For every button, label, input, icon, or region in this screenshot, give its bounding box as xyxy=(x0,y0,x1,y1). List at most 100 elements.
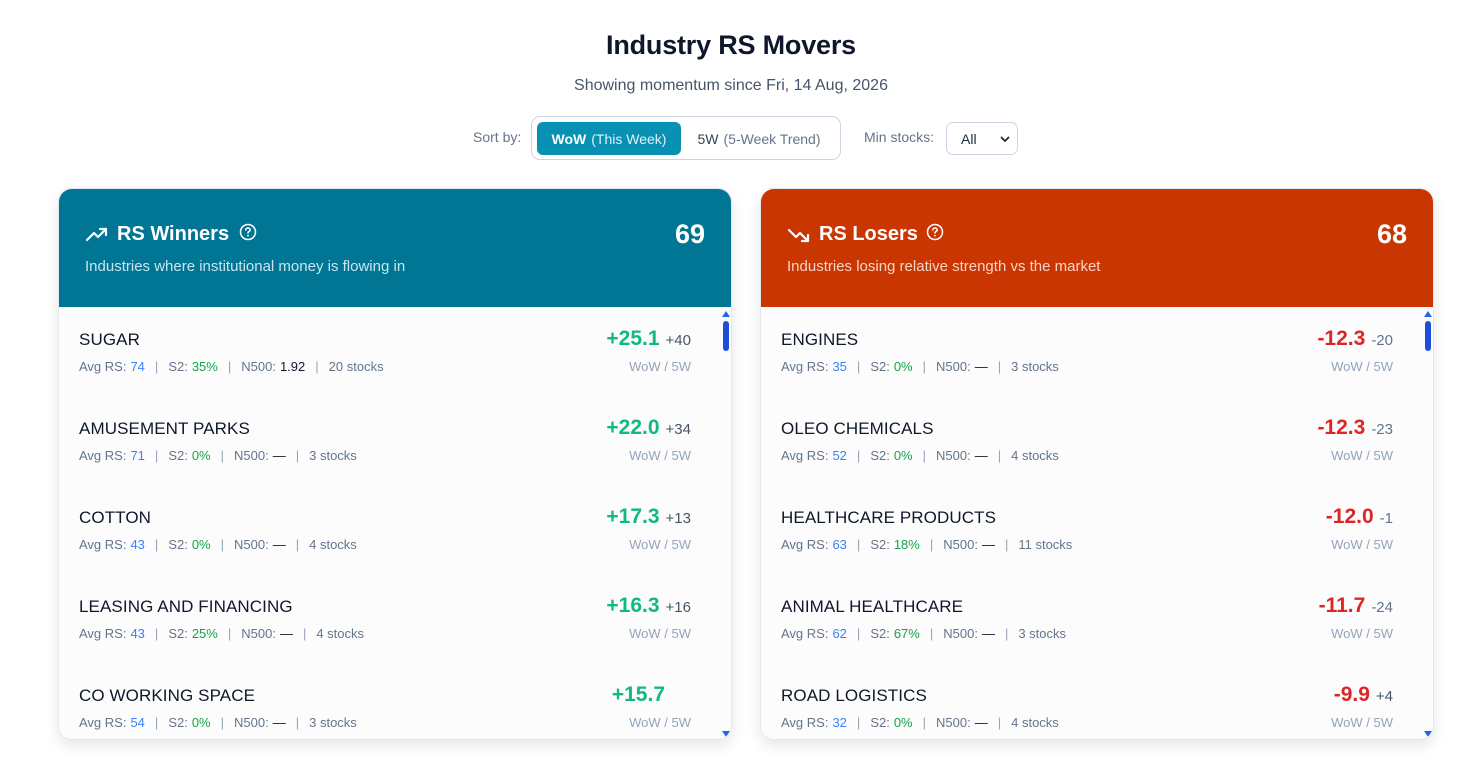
scrollbar-thumb[interactable] xyxy=(723,321,729,351)
industry-meta: Avg RS: 63 | S2: 18% | N500: — | 11 stocks xyxy=(781,537,1072,552)
rs-winners-list[interactable]: SUGAR Avg RS: 74 | S2: 35% | N500: 1.92 | 20 stock… xyxy=(59,307,731,739)
industry-row[interactable]: SUGAR Avg RS: 74 | S2: 35% | N500: 1.92 | 20 stock… xyxy=(59,307,719,396)
industry-meta: Avg RS: 43 | S2: 25% | N500: — | 4 stocks xyxy=(79,626,364,641)
industry-row[interactable]: ROAD LOGISTICS Avg RS: 32 | S2: 0% | N500: — | 4 s… xyxy=(761,663,1421,739)
min-stocks-label: Min stocks: xyxy=(864,129,935,145)
meta-separator: | xyxy=(922,448,927,463)
industry-meta: Avg RS: 32 | S2: 0% | N500: — | 4 stocks xyxy=(781,715,1059,730)
five-week-change: +40 xyxy=(665,332,691,349)
avg-rs-value: 74 xyxy=(130,359,145,374)
n500-value: — xyxy=(974,359,988,374)
avg-rs-value: 54 xyxy=(130,715,145,730)
trending-down-icon xyxy=(787,228,810,243)
industry-row[interactable]: CO WORKING SPACE Avg RS: 54 | S2: 0% | N500: — | 3… xyxy=(59,663,719,739)
stock-count: 20 stocks xyxy=(328,359,384,374)
n500-label: N500: xyxy=(234,448,269,463)
change-values: -9.9 +4 xyxy=(1334,683,1393,707)
avg-rs-value: 35 xyxy=(832,359,847,374)
change-values: -11.7 -24 xyxy=(1319,594,1393,618)
meta-separator: | xyxy=(997,359,1002,374)
industry-meta: Avg RS: 35 | S2: 0% | N500: — | 3 stocks xyxy=(781,359,1059,374)
avg-rs-label: Avg RS: xyxy=(781,359,829,374)
stock-count: 3 stocks xyxy=(1011,359,1059,374)
meta-separator: | xyxy=(295,715,300,730)
n500-value: — xyxy=(974,715,988,730)
wow-change: +16.3 xyxy=(606,594,660,617)
industry-meta: Avg RS: 62 | S2: 67% | N500: — | 3 stocks xyxy=(781,626,1066,641)
rs-winners-title: RS Winners xyxy=(117,223,230,245)
sort-option-5w-long: (5-Week Trend) xyxy=(723,130,821,147)
avg-rs-label: Avg RS: xyxy=(781,715,829,730)
s2-value: 25% xyxy=(191,626,218,641)
industry-row[interactable]: LEASING AND FINANCING Avg RS: 43 | S2: 25% | N5… xyxy=(59,574,719,663)
s2-label: S2: xyxy=(168,448,188,463)
meta-separator: | xyxy=(154,448,159,463)
industry-row[interactable]: OLEO CHEMICALS Avg RS: 52 | S2: 0% | N500: — | 4 s… xyxy=(761,396,1421,485)
page-title: Industry RS Movers xyxy=(606,30,856,60)
industry-row[interactable]: ANIMAL HEALTHCARE Avg RS: 62 | S2: 67% | N500: —… xyxy=(761,574,1421,663)
n500-value: — xyxy=(272,537,286,552)
meta-separator: | xyxy=(302,626,307,641)
wow-change: -9.9 xyxy=(1333,683,1370,706)
s2-value: 0% xyxy=(191,448,211,463)
meta-separator: | xyxy=(997,715,1002,730)
avg-rs-label: Avg RS: xyxy=(79,715,127,730)
n500-value: — xyxy=(981,537,995,552)
rs-losers-title: RS Losers xyxy=(819,223,918,245)
n500-label: N500: xyxy=(241,359,276,374)
change-values: -12.3 -23 xyxy=(1317,416,1393,440)
industry-meta: Avg RS: 54 | S2: 0% | N500: — | 3 stocks xyxy=(79,715,357,730)
avg-rs-label: Avg RS: xyxy=(79,626,127,641)
scrollbar-thumb[interactable] xyxy=(1425,321,1431,351)
stock-count: 3 stocks xyxy=(1018,626,1067,641)
n500-value: — xyxy=(279,626,293,641)
n500-label: N500: xyxy=(936,715,971,730)
sort-option-5w[interactable]: 5W (5-Week Trend) xyxy=(684,122,834,155)
meta-separator: | xyxy=(154,626,159,641)
rs-losers-header: RS Losers 68 Industries losing relative … xyxy=(761,189,1433,307)
help-circle-icon[interactable] xyxy=(926,223,944,241)
avg-rs-value: 52 xyxy=(832,448,847,463)
scroll-up-arrow-icon[interactable] xyxy=(722,311,730,317)
change-caption: WoW / 5W xyxy=(629,537,691,552)
help-circle-icon[interactable] xyxy=(239,223,257,241)
change-values: +15.7 xyxy=(612,683,665,707)
avg-rs-value: 71 xyxy=(130,448,145,463)
industry-row[interactable]: AMUSEMENT PARKS Avg RS: 71 | S2: 0% | N500: — | 3 … xyxy=(59,396,719,485)
meta-separator: | xyxy=(220,448,225,463)
meta-separator: | xyxy=(315,359,319,374)
wow-change: -11.7 xyxy=(1318,594,1366,617)
min-stocks-select[interactable]: All xyxy=(946,122,1018,155)
industry-meta: Avg RS: 71 | S2: 0% | N500: — | 3 stocks xyxy=(79,448,357,463)
sort-option-wow[interactable]: WoW (This Week) xyxy=(537,122,681,155)
change-values: +25.1 +40 xyxy=(606,327,691,351)
scroll-down-arrow-icon[interactable] xyxy=(1424,731,1432,737)
rs-winners-description: Industries where institutional money is … xyxy=(85,258,406,275)
avg-rs-value: 43 xyxy=(130,537,145,552)
rs-losers-list[interactable]: ENGINES Avg RS: 35 | S2: 0% | N500: — | 3 stocks -1… xyxy=(761,307,1433,739)
scroll-down-arrow-icon[interactable] xyxy=(722,731,730,737)
s2-label: S2: xyxy=(870,537,890,552)
industry-row[interactable]: ENGINES Avg RS: 35 | S2: 0% | N500: — | 3 stocks -1… xyxy=(761,307,1421,396)
five-week-change: -24 xyxy=(1371,599,1393,616)
industry-row[interactable]: COTTON Avg RS: 43 | S2: 0% | N500: — | 4 stocks +17… xyxy=(59,485,719,574)
wow-change: -12.0 xyxy=(1325,505,1374,528)
meta-separator: | xyxy=(856,448,861,463)
industry-name: CO WORKING SPACE xyxy=(79,686,256,705)
change-values: -12.0 -1 xyxy=(1326,505,1393,529)
meta-separator: | xyxy=(295,537,300,552)
stock-count: 4 stocks xyxy=(1011,715,1059,730)
avg-rs-value: 62 xyxy=(832,626,847,641)
rs-winners-header: RS Winners 69 Industries where instituti… xyxy=(59,189,731,307)
s2-label: S2: xyxy=(870,448,890,463)
stock-count: 4 stocks xyxy=(316,626,365,641)
meta-separator: | xyxy=(856,715,861,730)
n500-label: N500: xyxy=(234,715,269,730)
chevron-down-icon xyxy=(1000,136,1010,142)
industry-row[interactable]: HEALTHCARE PRODUCTS Avg RS: 63 | S2: 18% | N500… xyxy=(761,485,1421,574)
scroll-up-arrow-icon[interactable] xyxy=(1424,311,1432,317)
meta-separator: | xyxy=(922,715,927,730)
wow-change: -12.3 xyxy=(1317,327,1366,350)
sort-option-wow-short: WoW xyxy=(551,130,587,147)
n500-value: 1.92 xyxy=(279,359,306,374)
